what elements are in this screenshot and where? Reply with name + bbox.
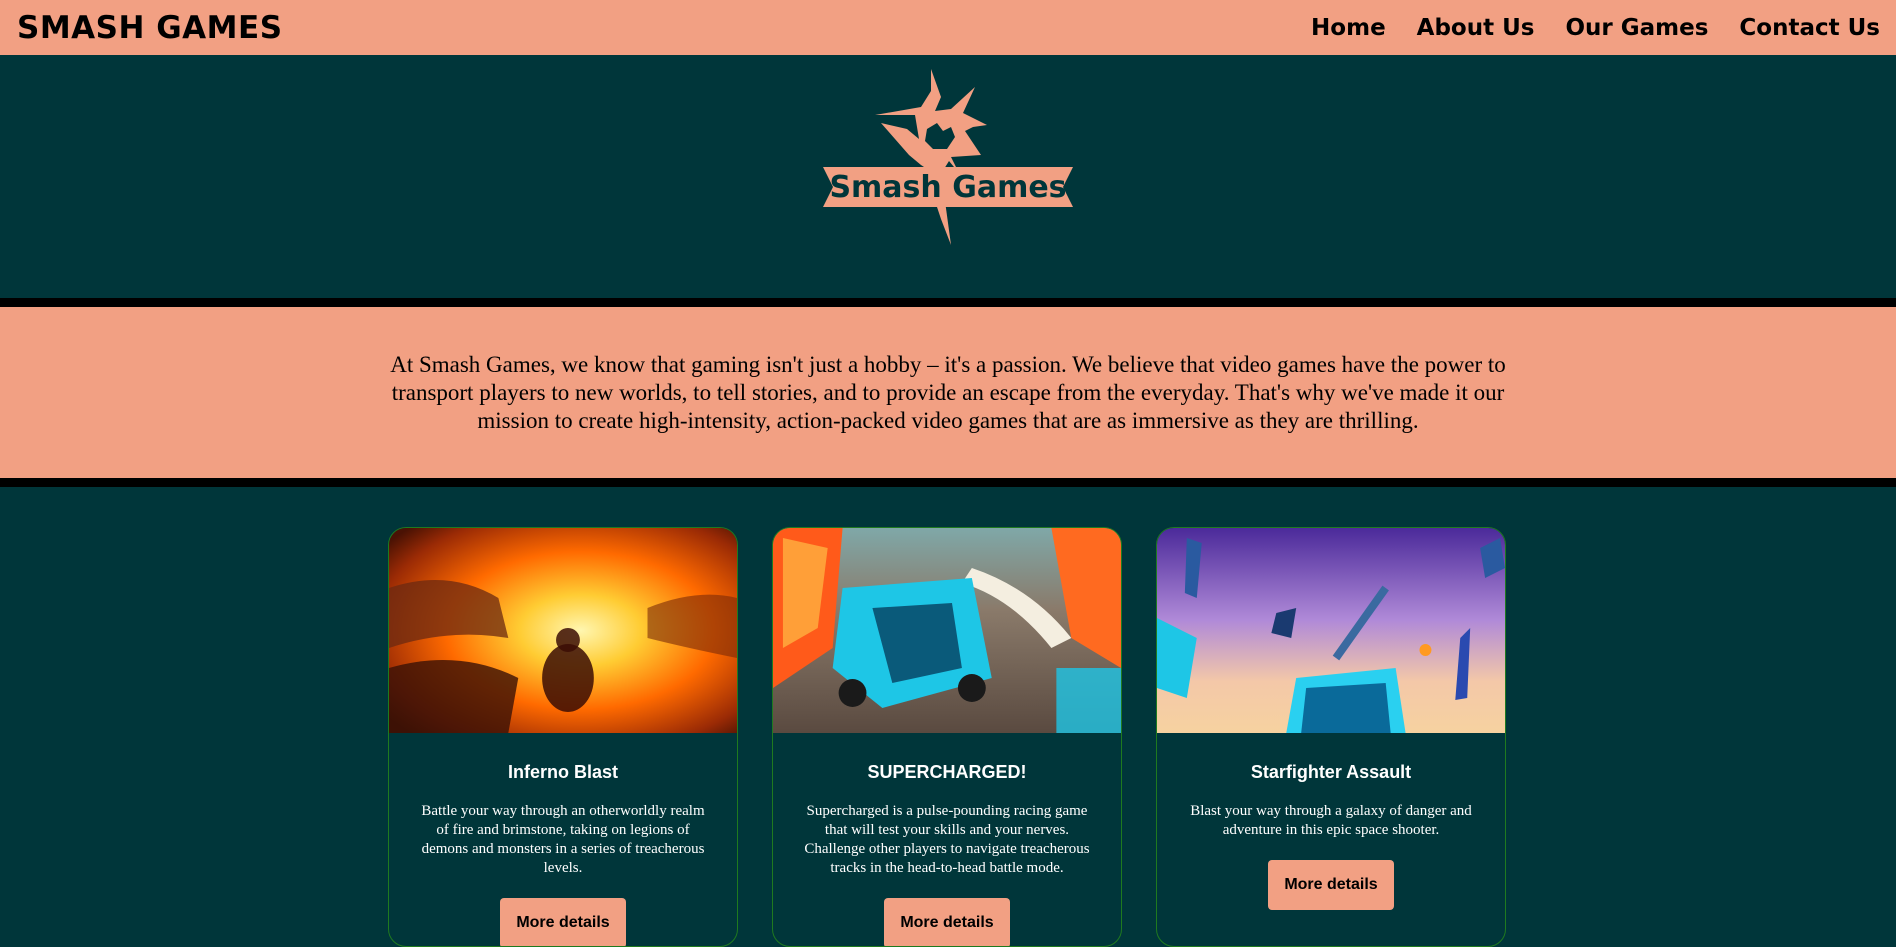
- logo-crack-tail: [935, 201, 951, 245]
- smash-games-logo: Smash Games: [823, 69, 1073, 245]
- nav-link-home[interactable]: Home: [1311, 15, 1386, 41]
- nav-link-our-games[interactable]: Our Games: [1565, 15, 1708, 41]
- hero-section: Smash Games: [0, 55, 1896, 298]
- about-text: At Smash Games, we know that gaming isn'…: [390, 351, 1506, 433]
- inferno-blast-image: [389, 528, 737, 733]
- game-description: Blast your way through a galaxy of dange…: [1190, 803, 1472, 838]
- starfighter-assault-image: [1157, 528, 1505, 733]
- game-card-supercharged: SUPERCHARGED! Supercharged is a pulse-po…: [772, 527, 1122, 947]
- game-card-inferno-blast: Inferno Blast Battle your way through an…: [388, 527, 738, 947]
- logo-text: Smash Games: [829, 170, 1066, 205]
- more-details-button[interactable]: More details: [500, 898, 626, 946]
- nav-link-contact-us[interactable]: Contact Us: [1739, 15, 1880, 41]
- more-details-button[interactable]: More details: [884, 898, 1010, 946]
- nav-link-about-us[interactable]: About Us: [1417, 15, 1535, 41]
- game-title: Inferno Blast: [507, 762, 618, 782]
- top-nav: SMASH GAMES Home About Us Our Games Cont…: [0, 0, 1896, 55]
- supercharged-image: [773, 528, 1121, 733]
- section-divider-bottom: [0, 478, 1896, 487]
- section-divider-top: [0, 298, 1896, 307]
- game-description: Supercharged is a pulse-pounding racing …: [804, 803, 1090, 876]
- game-card-starfighter-assault: Starfighter Assault Blast your way throu…: [1156, 527, 1506, 947]
- about-section: At Smash Games, we know that gaming isn'…: [0, 307, 1896, 478]
- logo-crack-burst: [875, 69, 987, 177]
- nav-links: Home About Us Our Games Contact Us: [1311, 15, 1880, 41]
- more-details-button[interactable]: More details: [1268, 860, 1394, 910]
- game-title: SUPERCHARGED!: [867, 762, 1027, 782]
- game-description: Battle your way through an otherworldly …: [421, 803, 705, 876]
- games-section: Inferno Blast Battle your way through an…: [0, 487, 1896, 947]
- game-title: Starfighter Assault: [1250, 762, 1412, 782]
- brand-name[interactable]: SMASH GAMES: [17, 10, 283, 46]
